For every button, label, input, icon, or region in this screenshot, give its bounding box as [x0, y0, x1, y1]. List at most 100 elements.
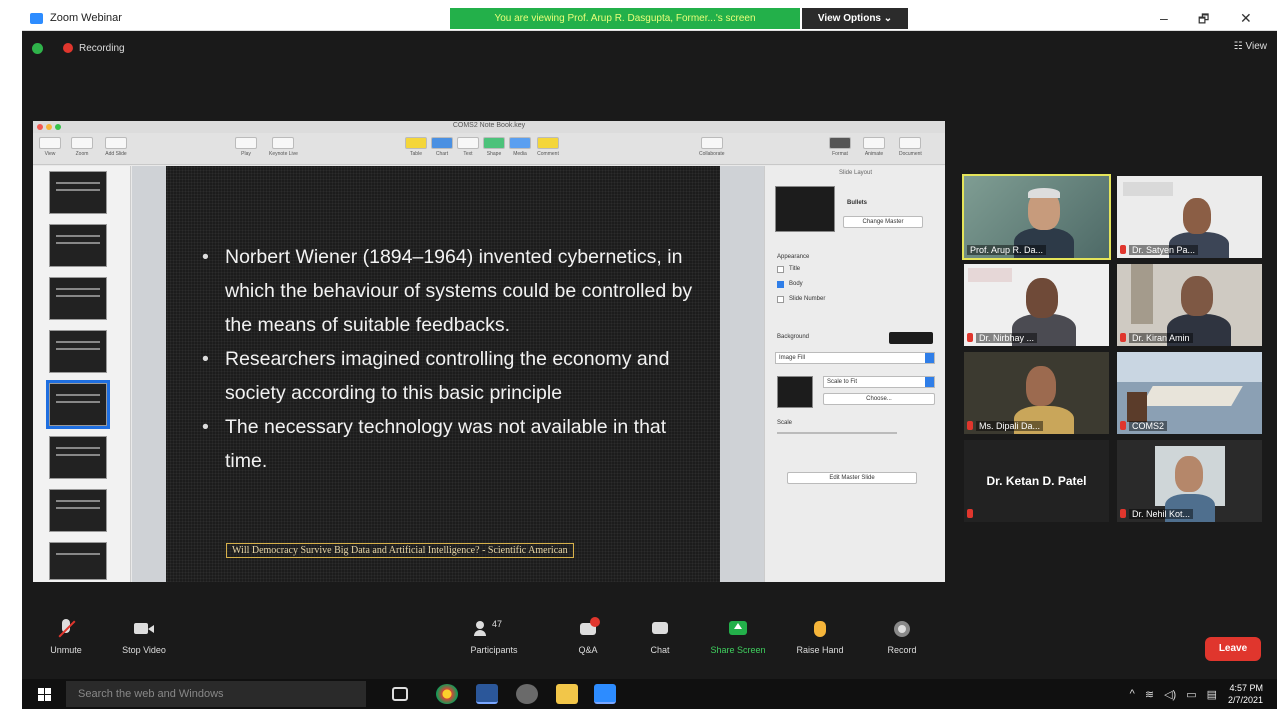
slide-thumbnail[interactable] — [49, 330, 107, 373]
stop-video-button[interactable]: Stop Video — [118, 619, 170, 655]
tool-text[interactable]: Text — [457, 137, 479, 157]
tool-zoom[interactable]: Zoom — [71, 137, 93, 157]
inspector-header: Slide Layout — [838, 170, 873, 176]
chat-button[interactable]: Chat — [642, 619, 678, 655]
security-shield-icon[interactable] — [32, 42, 43, 54]
taskbar-clock[interactable]: 4:57 PM 2/7/2021 — [1228, 682, 1263, 706]
close-button[interactable]: ✕ — [1240, 10, 1252, 27]
view-options-button[interactable]: View Options ⌄ — [802, 8, 908, 29]
format-inspector: Slide Layout Bullets Change Master Appea… — [764, 166, 945, 582]
chat-icon — [650, 619, 670, 639]
system-tray: ^ ≋ ◁) ▭ ▤ — [1130, 688, 1217, 701]
keynote-titlebar: COMS2 Note Book.key — [33, 121, 945, 133]
notification-icon[interactable]: ▤ — [1207, 688, 1217, 701]
word-icon[interactable] — [476, 684, 498, 704]
participant-name: COMS2 — [1129, 421, 1168, 431]
background-image-preview — [777, 376, 813, 408]
qa-label: Q&A — [578, 645, 598, 655]
video-camera-icon — [134, 619, 154, 639]
tool-document[interactable]: Document — [899, 137, 922, 157]
task-view-icon[interactable] — [392, 687, 408, 701]
file-explorer-icon[interactable] — [556, 684, 578, 704]
tool-comment[interactable]: Comment — [537, 137, 559, 157]
raise-hand-button[interactable]: Raise Hand — [794, 619, 846, 655]
tool-add-slide[interactable]: Add Slide — [105, 137, 127, 157]
tray-chevron-icon[interactable]: ^ — [1130, 688, 1135, 701]
slide-thumbnail[interactable] — [49, 542, 107, 580]
body-checkbox[interactable] — [777, 281, 784, 288]
muted-mic-icon — [1120, 333, 1126, 342]
meeting-status: Recording — [32, 41, 125, 55]
tool-chart[interactable]: Chart — [431, 137, 453, 157]
slide-thumbnail-selected[interactable] — [46, 380, 110, 429]
participant-tile-active-speaker[interactable]: Prof. Arup R. Da... — [962, 174, 1111, 260]
tool-shape[interactable]: Shape — [483, 137, 505, 157]
keynote-toolbar: View Zoom Add Slide Play Keynote Live Ta… — [33, 133, 945, 165]
slide-thumbnail[interactable] — [49, 277, 107, 320]
maximize-button[interactable]: 🗗 — [1198, 10, 1209, 31]
participant-tile[interactable]: COMS2 — [1117, 352, 1262, 434]
record-button[interactable]: Record — [882, 619, 922, 655]
qa-button[interactable]: Q&A — [570, 617, 606, 655]
app-icon[interactable] — [516, 684, 538, 704]
recording-label: Recording — [79, 42, 125, 54]
participant-name: Dr. Nehil Kot... — [1129, 509, 1194, 519]
slide-number-option: Slide Number — [789, 296, 826, 302]
scale-slider[interactable] — [777, 432, 897, 434]
background-color-well[interactable] — [889, 332, 933, 344]
raise-hand-label: Raise Hand — [796, 645, 844, 655]
tool-view[interactable]: View — [39, 137, 61, 157]
participants-button[interactable]: 47 Participants — [462, 619, 526, 655]
slide-thumbnail[interactable] — [49, 436, 107, 479]
title-checkbox[interactable] — [777, 266, 784, 273]
view-button[interactable]: ☷ View — [1234, 41, 1267, 52]
muted-mic-icon — [967, 333, 973, 342]
chrome-icon[interactable] — [436, 684, 458, 704]
body-option: Body — [789, 281, 803, 287]
tool-keynote-live[interactable]: Keynote Live — [269, 137, 298, 157]
tool-animate[interactable]: Animate — [863, 137, 885, 157]
muted-mic-icon — [967, 421, 973, 430]
participant-tile[interactable]: Dr. Kiran Amin — [1117, 264, 1262, 346]
slide-thumbnail[interactable] — [49, 489, 107, 532]
unmute-button[interactable]: Unmute — [44, 619, 88, 655]
volume-icon[interactable]: ◁) — [1164, 688, 1176, 701]
participant-tile[interactable]: Dr. Nirbhay ... — [964, 264, 1109, 346]
participant-tile[interactable]: Dr. Satyen Pa... — [1117, 176, 1262, 258]
change-master-button[interactable]: Change Master — [843, 216, 923, 228]
qa-notification-badge — [590, 617, 600, 627]
stop-video-label: Stop Video — [122, 645, 166, 655]
choose-button[interactable]: Choose... — [823, 393, 935, 405]
tool-play[interactable]: Play — [235, 137, 257, 157]
participant-name: Prof. Arup R. Da... — [967, 245, 1047, 255]
tool-collaborate[interactable]: Collaborate — [699, 137, 725, 157]
tool-format[interactable]: Format — [829, 137, 851, 157]
windows-start-icon[interactable] — [38, 688, 51, 701]
leave-button[interactable]: Leave — [1205, 637, 1261, 661]
scale-select[interactable]: Scale to Fit — [823, 376, 935, 388]
tool-table[interactable]: Table — [405, 137, 427, 157]
minimize-button[interactable]: – — [1160, 10, 1168, 26]
slide-thumbnail[interactable] — [49, 224, 107, 267]
zoom-app-icon — [30, 13, 43, 24]
slide-number-checkbox[interactable] — [777, 296, 784, 303]
share-screen-button[interactable]: Share Screen — [708, 619, 768, 655]
screen-share-banner: You are viewing Prof. Arup R. Dasgupta, … — [450, 8, 800, 29]
tool-media[interactable]: Media — [509, 137, 531, 157]
participant-tile[interactable]: Ms. Dipali Da... — [964, 352, 1109, 434]
edit-master-slide-button[interactable]: Edit Master Slide — [787, 472, 917, 484]
window-titlebar: Zoom Webinar You are viewing Prof. Arup … — [22, 7, 1277, 31]
meeting-area: Recording ☷ View COMS2 Note Book.key Vie… — [22, 31, 1277, 679]
battery-icon[interactable]: ▭ — [1186, 688, 1196, 701]
slide-canvas: Norbert Wiener (1894–1964) invented cybe… — [132, 166, 764, 582]
share-screen-icon — [728, 619, 748, 639]
zoom-taskbar-icon[interactable] — [594, 684, 616, 704]
participant-tile[interactable]: Dr. Nehil Kot... — [1117, 440, 1262, 522]
fill-type-select[interactable]: Image Fill — [775, 352, 935, 364]
network-icon[interactable]: ≋ — [1145, 688, 1154, 701]
slide-thumbnail[interactable] — [49, 171, 107, 214]
muted-microphone-icon — [56, 619, 76, 639]
taskbar-search-input[interactable]: Search the web and Windows — [66, 681, 366, 707]
recording-icon — [63, 43, 73, 53]
participant-tile[interactable]: Dr. Ketan D. Patel — [964, 440, 1109, 522]
